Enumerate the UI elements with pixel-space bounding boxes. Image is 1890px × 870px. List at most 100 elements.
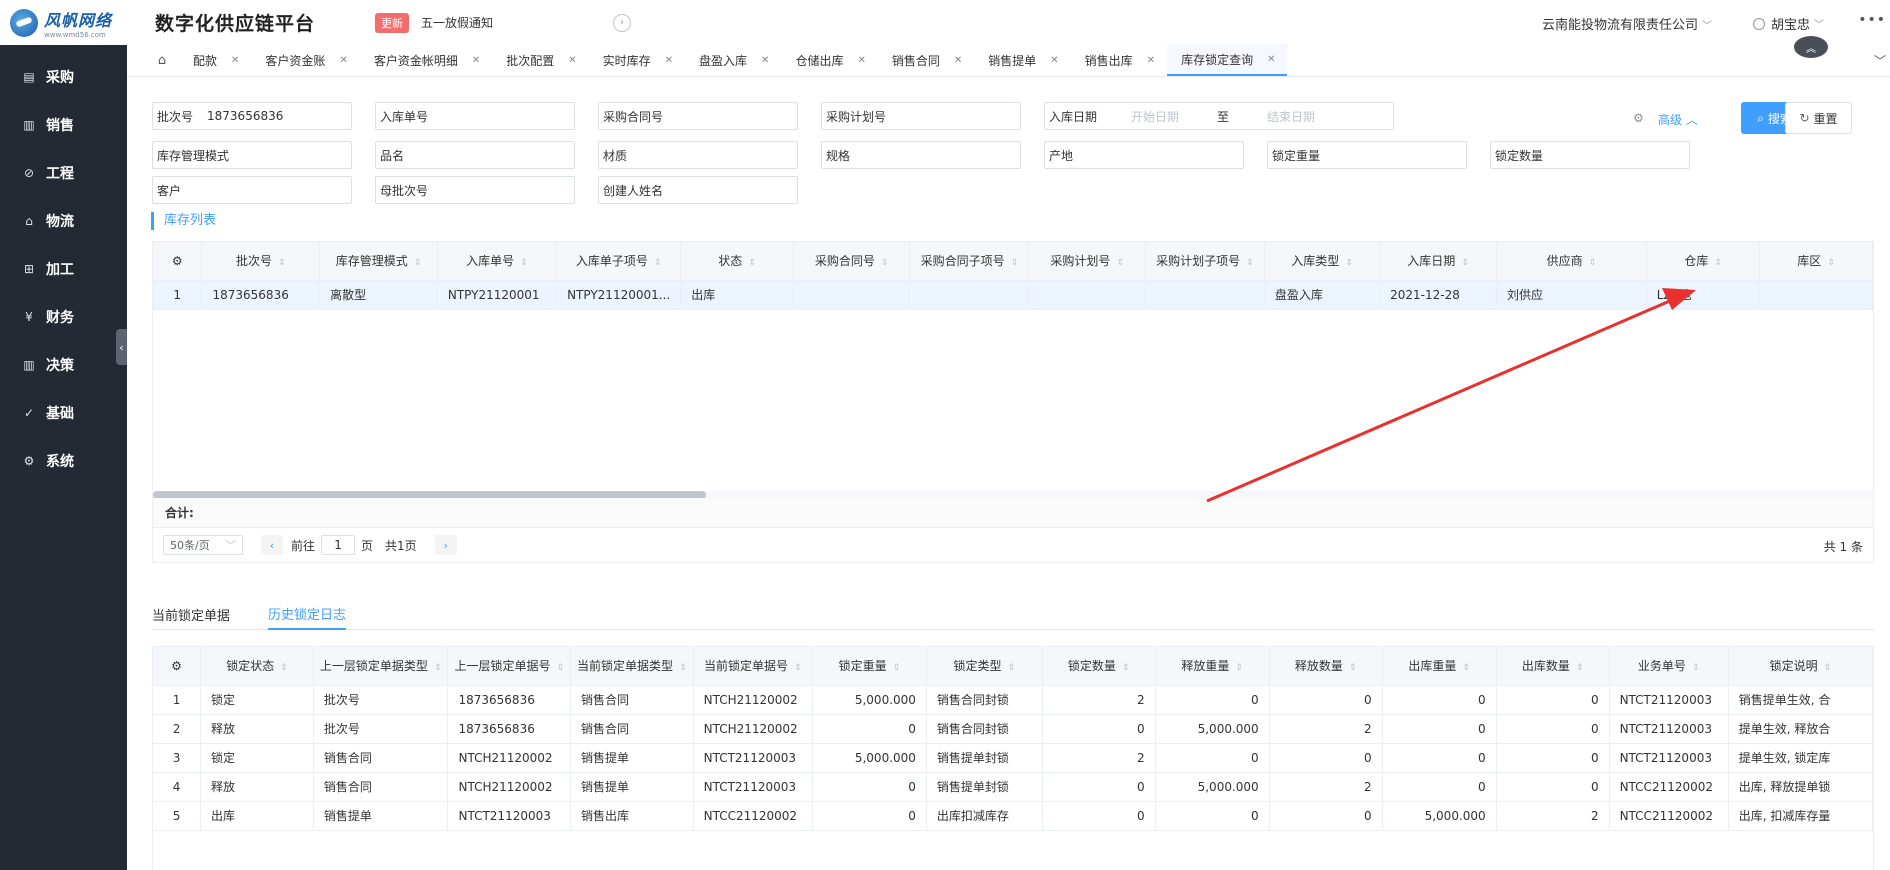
tabs-dropdown-icon[interactable]: ﹀ — [1874, 52, 1886, 69]
lock-tab-0[interactable]: 当前锁定单据 — [152, 598, 230, 630]
sort-icon[interactable]: ⇕ — [748, 258, 756, 268]
tab-4[interactable]: 实时库存 ✕ — [589, 44, 685, 76]
column-header[interactable]: 库存管理模式 ⇕ — [319, 242, 438, 281]
sort-icon[interactable]: ⇕ — [1116, 258, 1124, 268]
column-header[interactable]: 释放数量 ⇕ — [1269, 647, 1383, 686]
reset-button[interactable]: ↻ 重置 — [1785, 102, 1852, 134]
column-header[interactable]: 入库日期 ⇕ — [1379, 242, 1498, 281]
sort-icon[interactable]: ⇕ — [1824, 663, 1832, 673]
table-row[interactable]: 3 锁定 销售合同 NTCH21120002 销售提单 NTCT21120003 5,000… — [153, 743, 1873, 773]
close-icon[interactable]: ✕ — [954, 55, 962, 66]
sort-icon[interactable]: ⇕ — [1462, 663, 1470, 673]
sidebar-item-0[interactable]: ▤ 采购 — [0, 53, 127, 101]
user-menu[interactable]: 胡宝忠 ﹀ — [1752, 14, 1824, 33]
sort-icon[interactable]: ⇕ — [1008, 663, 1016, 673]
close-icon[interactable]: ✕ — [1267, 54, 1275, 65]
sort-icon[interactable]: ⇕ — [1692, 663, 1700, 673]
sidebar-collapse-button[interactable]: ‹ — [116, 329, 127, 365]
close-icon[interactable]: ✕ — [665, 55, 673, 66]
advanced-toggle[interactable]: 高级 ︿ — [1658, 111, 1698, 128]
purchase-contract-no-field[interactable]: 采购合同号 — [598, 102, 798, 130]
sidebar-item-6[interactable]: ▥ 决策 — [0, 341, 127, 389]
table-row[interactable]: 4 释放 销售合同 NTCH21120002 销售提单 NTCT21120003 0 销售提单… — [153, 772, 1873, 802]
column-header[interactable]: 采购计划号 ⇕ — [1028, 242, 1146, 281]
goto-page-input[interactable]: 1 — [321, 535, 356, 555]
column-header[interactable]: 锁定类型 ⇕ — [926, 647, 1043, 686]
lock-tab-1[interactable]: 历史锁定日志 — [268, 598, 347, 630]
column-header[interactable]: 入库单子项号 ⇕ — [556, 242, 682, 281]
tab-8[interactable]: 销售提单 ✕ — [974, 44, 1070, 76]
close-icon[interactable]: ✕ — [857, 55, 865, 66]
column-header[interactable]: 出库重量 ⇕ — [1382, 647, 1497, 686]
inbound-no-field[interactable]: 入库单号 — [375, 102, 575, 130]
sort-icon[interactable]: ⇕ — [1011, 258, 1019, 268]
column-header[interactable]: 采购合同号 ⇕ — [793, 242, 911, 281]
table-row[interactable]: 5 出库 销售提单 NTCT21120003 销售出库 NTCC21120002 0 出库扣减… — [153, 801, 1873, 831]
sidebar-item-5[interactable]: ¥ 财务 — [0, 293, 127, 341]
tab-1[interactable]: 客户资金账 ✕ — [251, 44, 359, 76]
sidebar-item-4[interactable]: ⊞ 加工 — [0, 245, 127, 293]
sort-icon[interactable]: ⇕ — [280, 663, 288, 673]
column-header[interactable]: 锁定状态 ⇕ — [200, 647, 314, 686]
tab-6[interactable]: 仓储出库 ✕ — [781, 44, 877, 76]
inventory-mode-field[interactable]: 库存管理模式 — [152, 141, 352, 169]
column-settings-icon[interactable]: ⚙ — [153, 242, 203, 281]
page-size-select[interactable]: 50条/页 ﹀ — [163, 535, 243, 555]
column-header[interactable]: 库区 ⇕ — [1759, 242, 1873, 281]
column-header[interactable]: 当前锁定单据号 ⇕ — [693, 647, 813, 686]
sort-icon[interactable]: ⇕ — [881, 258, 889, 268]
spec-field[interactable]: 规格 — [821, 141, 1021, 169]
column-header[interactable]: 当前锁定单据类型 ⇕ — [570, 647, 694, 686]
table-row[interactable]: 1 锁定 批次号 1873656836 销售合同 NTCH21120002 5,000.00… — [153, 685, 1873, 715]
sort-icon[interactable]: ⇕ — [1246, 258, 1254, 268]
column-header[interactable]: 供应商 ⇕ — [1496, 242, 1647, 281]
tab-5[interactable]: 盘盈入库 ✕ — [685, 44, 781, 76]
parent-batch-no-field[interactable]: 母批次号 — [375, 176, 575, 204]
creator-name-field[interactable]: 创建人姓名 — [598, 176, 798, 204]
sidebar-item-7[interactable]: ✓ 基础 — [0, 389, 127, 437]
sort-icon[interactable]: ⇕ — [1345, 258, 1353, 268]
product-name-field[interactable]: 品名 — [375, 141, 575, 169]
sort-icon[interactable]: ⇕ — [1349, 663, 1357, 673]
tab-0[interactable]: 配款 ✕ — [179, 44, 251, 76]
sidebar-item-2[interactable]: ⊘ 工程 — [0, 149, 127, 197]
tab-7[interactable]: 销售合同 ✕ — [878, 44, 974, 76]
sort-icon[interactable]: ⇕ — [434, 663, 442, 673]
sidebar-item-3[interactable]: ⌂ 物流 — [0, 197, 127, 245]
sort-icon[interactable]: ⇕ — [1122, 663, 1130, 673]
customer-field[interactable]: 客户 — [152, 176, 352, 204]
sidebar-item-1[interactable]: ▥ 销售 — [0, 101, 127, 149]
column-header[interactable]: 锁定数量 ⇕ — [1042, 647, 1156, 686]
sort-icon[interactable]: ⇕ — [1714, 258, 1722, 268]
sort-icon[interactable]: ⇕ — [654, 258, 662, 268]
sort-icon[interactable]: ⇕ — [557, 663, 565, 673]
start-date-input[interactable]: 开始日期 — [1131, 108, 1179, 125]
purchase-plan-no-field[interactable]: 采购计划号 — [821, 102, 1021, 130]
home-icon[interactable]: ⌂ — [145, 44, 179, 76]
tab-3[interactable]: 批次配置 ✕ — [492, 44, 588, 76]
origin-field[interactable]: 产地 — [1044, 141, 1244, 169]
close-icon[interactable]: ✕ — [1050, 55, 1058, 66]
prev-page-button[interactable]: ‹ — [261, 535, 283, 555]
notice-text[interactable]: 五一放假通知 — [421, 14, 493, 31]
close-icon[interactable]: ✕ — [1147, 55, 1155, 66]
inbound-date-range[interactable]: 入库日期 开始日期 至 结束日期 — [1044, 102, 1394, 130]
tab-9[interactable]: 销售出库 ✕ — [1071, 44, 1167, 76]
tab-10[interactable]: 库存锁定查询 ✕ — [1167, 44, 1288, 76]
sort-icon[interactable]: ⇕ — [1461, 258, 1469, 268]
material-field[interactable]: 材质 — [598, 141, 798, 169]
column-header[interactable]: 入库单号 ⇕ — [437, 242, 558, 281]
close-icon[interactable]: ✕ — [568, 55, 576, 66]
column-header[interactable]: 锁定说明 ⇕ — [1728, 647, 1873, 686]
company-switcher[interactable]: 云南能投物流有限责任公司 ﹀ — [1542, 14, 1712, 33]
column-header[interactable]: 释放重量 ⇕ — [1155, 647, 1270, 686]
table-row[interactable]: 1 1873656836 离散型 NTPY21120001 NTPY21120001..… — [153, 280, 1873, 310]
next-page-button[interactable]: › — [434, 535, 457, 555]
sort-icon[interactable]: ⇕ — [1827, 258, 1835, 268]
locked-weight-field[interactable]: 锁定重量 — [1267, 141, 1467, 169]
close-icon[interactable]: ✕ — [761, 55, 769, 66]
sort-icon[interactable]: ⇕ — [794, 663, 802, 673]
batch-no-field[interactable]: 批次号 1873656836 — [152, 102, 352, 130]
sort-icon[interactable]: ⇕ — [679, 663, 687, 673]
column-header[interactable]: 业务单号 ⇕ — [1609, 647, 1729, 686]
